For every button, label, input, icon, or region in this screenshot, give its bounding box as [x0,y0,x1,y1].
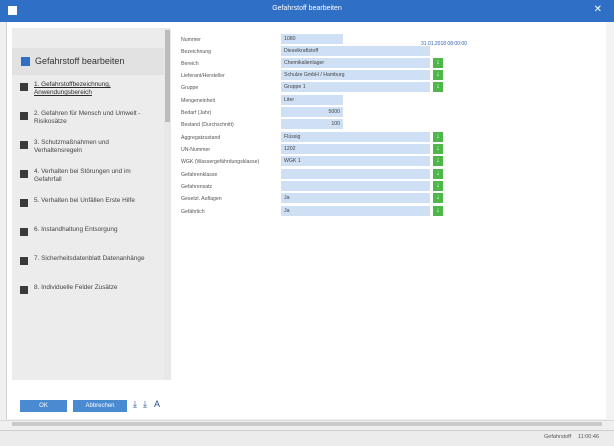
supplier-field[interactable]: Schulze GmbH / Hamburg [281,70,430,80]
field-label: Gruppe [181,85,199,91]
wgk-field[interactable]: WGK 1 [281,156,430,166]
nav-item-square-icon [20,112,28,120]
number-field[interactable]: 1080 [281,34,343,44]
unit-field[interactable]: Liter [281,95,343,105]
hazard-phrase-field[interactable] [281,181,430,191]
download-alt-icon[interactable]: ⤓ [143,399,147,410]
demand-field[interactable]: 5000 [281,107,343,117]
un-number-field[interactable]: 1202 [281,144,430,154]
field-label: UN-Nummer [181,147,211,153]
nav-item-label: 4. Verhalten bei Störungen und im Gefahr… [34,168,131,183]
field-label: Bedarf (Jahr) [181,110,212,116]
vertical-scrollbar[interactable] [606,22,614,420]
dropdown-arrow-icon[interactable]: ↓ [433,144,443,154]
nav-item-label: 8. Individuelle Felder Zusätze [34,284,118,291]
dropdown-arrow-icon[interactable]: ↓ [433,58,443,68]
nav-item-label: 3. Schutzmaßnahmen und Verhaltensregeln [34,139,109,154]
dangerous-field[interactable]: Ja [281,206,430,216]
nav-item-square-icon [20,286,28,294]
dropdown-arrow-icon[interactable]: ↓ [433,169,443,179]
group-field[interactable]: Gruppe 1 [281,82,430,92]
name-field[interactable]: Dieselkraftstoff [281,46,430,56]
legal-requirements-field[interactable]: Ja [281,193,430,203]
status-bar [0,430,614,446]
field-label: Gefahrensatz [181,184,213,190]
dropdown-arrow-icon[interactable]: ↓ [433,181,443,191]
nav-item-square-icon [20,228,28,236]
area-field[interactable]: Chemikalienlager [281,58,430,68]
nav-item-label: 6. Instandhaltung Entsorgung [34,226,118,233]
dropdown-arrow-icon[interactable]: ↓ [433,82,443,92]
nav-item-square-icon [20,199,28,207]
dropdown-arrow-icon[interactable]: ↓ [433,156,443,166]
field-label: Nummer [181,37,201,43]
field-label: Gesetzl. Auflagen [181,196,222,202]
field-label: Gefahrenklasse [181,172,218,178]
sidebar-header: Gefahrstoff bearbeiten [12,48,164,75]
dropdown-arrow-icon[interactable]: ↓ [433,193,443,203]
header-square-icon [21,57,30,66]
nav-item-square-icon [20,141,28,149]
dropdown-arrow-icon[interactable]: ↓ [433,206,443,216]
dropdown-arrow-icon[interactable]: ↓ [433,132,443,142]
field-label: Mengeneinheit [181,98,216,104]
hazard-class-field[interactable] [281,169,430,179]
status-clock: 11:00:46 [578,434,600,440]
field-label: Lieferant/Hersteller [181,73,225,79]
nav-item-square-icon [20,83,28,91]
status-left-text: Gefahrstoff [544,434,572,440]
stock-field[interactable]: 100 [281,119,343,129]
field-label: WGK (Wassergefährdungsklasse) [181,159,260,165]
download-icon[interactable]: ⤓ [133,399,137,410]
dropdown-arrow-icon[interactable]: ↓ [433,70,443,80]
nav-item-label: 5. Verhalten bei Unfällen Erste Hilfe [34,197,135,204]
horizontal-scroll-thumb[interactable] [12,422,602,426]
field-label: Bereich [181,61,199,67]
field-label: Gefährlich [181,209,205,215]
field-label: Bestand (Durchschnitt) [181,122,234,128]
nav-item-label: 7. Sicherheitsdatenblatt Datenanhänge [34,255,145,262]
sidebar-scroll-thumb[interactable] [165,30,170,122]
ok-button[interactable]: OK [20,400,67,412]
window-title: Gefahrstoff bearbeiten [272,5,342,12]
nav-item-label: 1. Gefahrstoffbezeichnung, Anwendungsber… [34,81,111,96]
title-bar: Gefahrstoff bearbeiten ✕ [0,0,614,22]
nav-item-square-icon [20,170,28,178]
field-label: Bezeichnung [181,49,211,55]
nav-item-square-icon [20,257,28,265]
field-label: Aggregatzustand [181,135,221,141]
cancel-button[interactable]: Abbrechen [73,400,127,412]
font-icon[interactable]: A [154,399,160,409]
sidebar-header-label: Gefahrstoff bearbeiten [35,56,125,66]
nav-item-label: 2. Gefahren für Mensch und Umwelt - Risi… [34,110,141,125]
state-field[interactable]: Flüssig [281,132,430,142]
close-icon[interactable]: ✕ [594,4,602,15]
